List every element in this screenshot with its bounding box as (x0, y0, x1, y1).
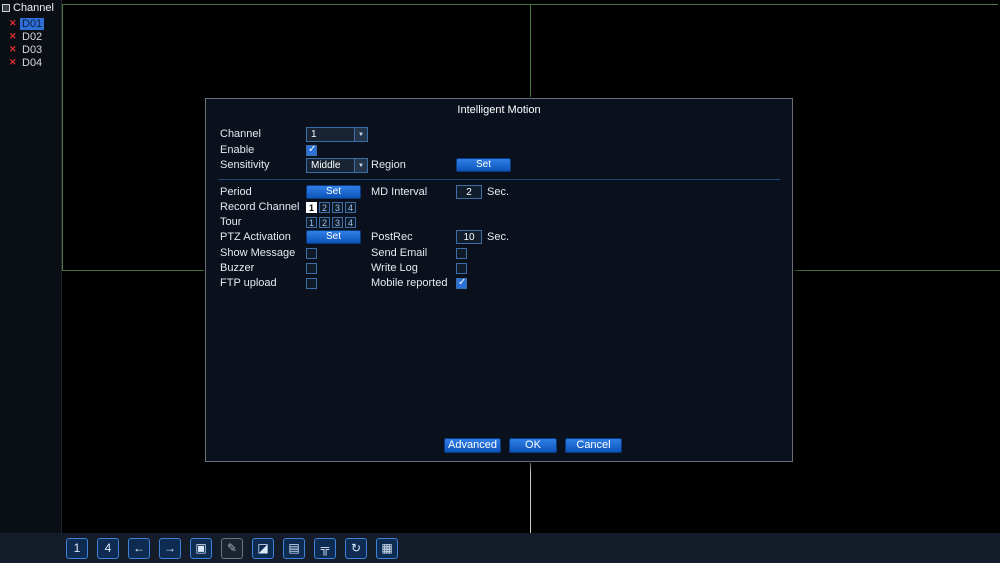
ok-button[interactable]: OK (509, 438, 557, 453)
channel-label: D04 (22, 56, 43, 69)
buzzer-checkbox[interactable] (306, 263, 317, 274)
region-set-button[interactable]: Set (456, 158, 511, 172)
record-channel-2-button[interactable]: 2 (319, 202, 330, 213)
next-channel-icon[interactable]: → (159, 537, 181, 559)
channel-sidebar: Channel ✕ D01 ✕ D02 ✕ D03 ✕ D04 (0, 0, 62, 533)
show-message-checkbox[interactable] (306, 248, 317, 259)
cancel-button[interactable]: Cancel (565, 438, 622, 453)
sensitivity-dropdown[interactable]: Middle ▼ (306, 158, 368, 173)
ptz-activation-label: PTZ Activation (220, 231, 291, 243)
grid-line-vertical-lower (530, 462, 531, 533)
channel-label: D02 (22, 30, 43, 43)
sidebar-item-d04[interactable]: ✕ D04 (9, 56, 61, 69)
ptz-set-button[interactable]: Set (306, 230, 361, 244)
channel-label: D03 (22, 43, 43, 56)
tour-4-button[interactable]: 4 (345, 217, 356, 228)
ftp-upload-checkbox[interactable] (306, 278, 317, 289)
channel-field-label: Channel (220, 128, 261, 140)
enable-label: Enable (220, 144, 255, 156)
ftp-upload-label: FTP upload (220, 277, 277, 289)
channel-dropdown-value: 1 (311, 129, 317, 140)
postrec-unit: Sec. (487, 231, 510, 243)
grid-line-left (62, 4, 63, 270)
md-interval-label: MD Interval (371, 186, 428, 198)
show-message-label: Show Message (220, 247, 296, 259)
channel-offline-x-icon: ✕ (9, 31, 17, 41)
intelligent-motion-dialog: Intelligent Motion Channel 1 ▼ Enable Se… (205, 98, 793, 462)
ptz-control-icon[interactable]: ✎ (221, 537, 243, 559)
send-email-checkbox[interactable] (456, 248, 467, 259)
tour-1-button[interactable]: 1 (306, 217, 317, 228)
channel-offline-x-icon: ✕ (9, 44, 17, 54)
channel-dropdown[interactable]: 1 ▼ (306, 127, 368, 142)
sensitivity-dropdown-value: Middle (311, 160, 341, 171)
record-channel-options: 1 2 3 4 (306, 202, 356, 213)
write-log-label: Write Log (371, 262, 418, 274)
postrec-input[interactable] (456, 230, 482, 244)
channel-tree-title: Channel (13, 2, 54, 14)
advanced-button[interactable]: Advanced (444, 438, 501, 453)
dialog-title: Intelligent Motion (457, 104, 541, 116)
sidebar-item-d02[interactable]: ✕ D02 (9, 30, 61, 43)
record-channel-3-button[interactable]: 3 (332, 202, 343, 213)
chevron-down-icon[interactable]: ▼ (354, 159, 367, 172)
md-interval-input[interactable] (456, 185, 482, 199)
tour-loop-icon[interactable]: ↻ (345, 537, 367, 559)
quad-view-icon[interactable]: 4 (97, 537, 119, 559)
record-channel-label: Record Channel (220, 201, 300, 213)
md-interval-unit: Sec. (487, 186, 510, 198)
buzzer-label: Buzzer (220, 262, 255, 274)
region-label: Region (371, 159, 406, 171)
network-icon[interactable]: ╦ (314, 537, 336, 559)
color-setting-icon[interactable]: ◪ (252, 537, 274, 559)
screen-mode-icon[interactable]: ▣ (190, 537, 212, 559)
period-set-button[interactable]: Set (306, 185, 361, 199)
dvr-screen: Channel ✕ D01 ✕ D02 ✕ D03 ✕ D04 Intellig… (0, 0, 1000, 563)
dialog-divider (218, 179, 780, 180)
channel-offline-x-icon: ✕ (9, 57, 17, 67)
postrec-label: PostRec (371, 231, 413, 243)
tour-2-button[interactable]: 2 (319, 217, 330, 228)
mobile-reported-checkbox[interactable] (456, 277, 467, 289)
channel-tree-icon (2, 4, 10, 12)
tour-options: 1 2 3 4 (306, 217, 356, 228)
channel-label: D01 (20, 17, 45, 30)
write-log-checkbox[interactable] (456, 263, 467, 274)
period-label: Period (220, 186, 252, 198)
channel-grid-icon[interactable]: ▦ (376, 537, 398, 559)
bottom-toolbar: 1 4 ← → ▣ ✎ ◪ ▤ ╦ ↻ ▦ (0, 533, 1000, 563)
channel-offline-x-icon: ✕ (9, 18, 17, 28)
sidebar-item-d03[interactable]: ✕ D03 (9, 43, 61, 56)
send-email-label: Send Email (371, 247, 428, 259)
sensitivity-label: Sensitivity (220, 159, 270, 171)
record-channel-4-button[interactable]: 4 (345, 202, 356, 213)
output-adjust-icon[interactable]: ▤ (283, 537, 305, 559)
mobile-reported-label: Mobile reported (371, 277, 448, 289)
channel-tree-header: Channel (0, 0, 61, 17)
record-channel-1-button[interactable]: 1 (306, 202, 317, 213)
tour-label: Tour (220, 216, 242, 228)
tour-3-button[interactable]: 3 (332, 217, 343, 228)
prev-channel-icon[interactable]: ← (128, 537, 150, 559)
single-view-icon[interactable]: 1 (66, 537, 88, 559)
sidebar-item-d01[interactable]: ✕ D01 (9, 17, 61, 30)
enable-checkbox[interactable] (306, 144, 317, 156)
chevron-down-icon[interactable]: ▼ (354, 128, 367, 141)
